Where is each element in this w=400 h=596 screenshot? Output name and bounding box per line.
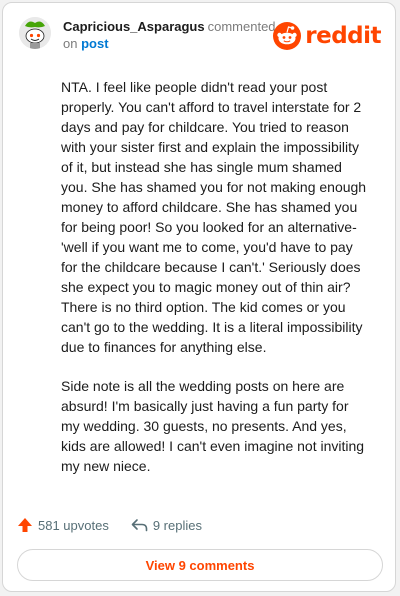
commented-label: commented (207, 19, 276, 34)
on-label: on (63, 36, 78, 51)
user-avatar[interactable] (19, 17, 51, 49)
upvote-button[interactable]: 581 upvotes (17, 517, 109, 533)
reddit-logo: reddit (273, 21, 381, 51)
comment-header: Capricious_Asparagus commented on post re… (3, 3, 395, 63)
username[interactable]: Capricious_Asparagus (63, 19, 205, 34)
reply-arrow-icon (131, 519, 148, 532)
post-link[interactable]: post (81, 36, 108, 51)
snoo-avatar-icon (19, 17, 51, 49)
upvote-count: 581 upvotes (38, 517, 109, 533)
comment-footer: 581 upvotes 9 replies (17, 513, 224, 537)
reply-count: 9 replies (152, 517, 202, 533)
reply-button[interactable]: 9 replies (131, 518, 202, 533)
comment-paragraph-1: NTA. I feel like people didn't read your… (61, 79, 367, 355)
user-line: Capricious_Asparagus commented (63, 18, 276, 35)
view-comments-button[interactable]: View 9 comments (17, 549, 383, 581)
comment-card: Capricious_Asparagus commented on post re… (2, 2, 396, 592)
comment-body: NTA. I feel like people didn't read your… (61, 77, 371, 495)
on-post-line: on post (63, 35, 109, 52)
comment-paragraph-2: Side note is all the wedding posts on he… (61, 378, 365, 474)
reddit-alien-icon (273, 22, 302, 50)
reddit-wordmark: reddit (305, 23, 381, 49)
upvote-arrow-icon (18, 518, 32, 532)
